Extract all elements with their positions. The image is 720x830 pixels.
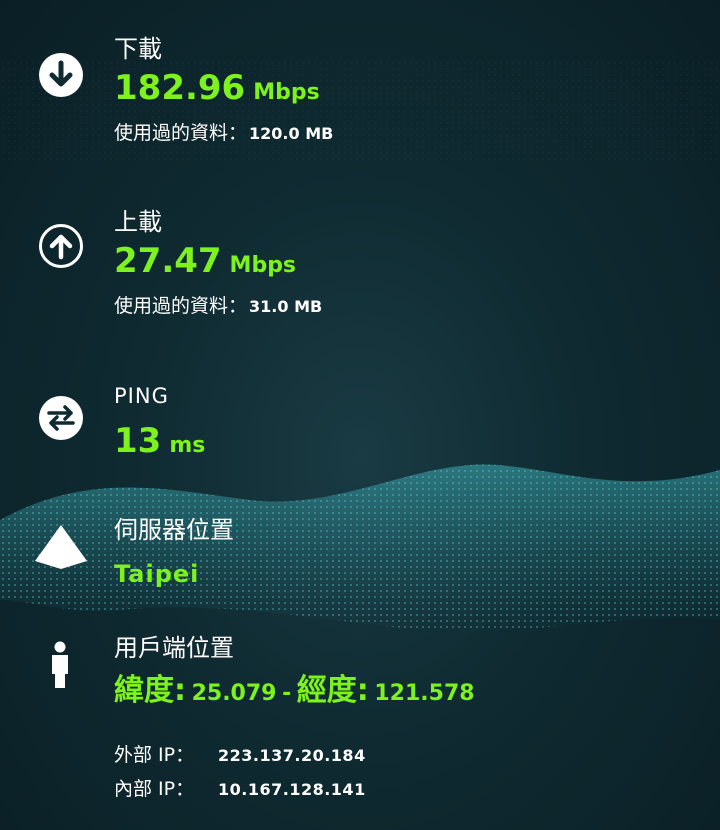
ping-value: 13 [114,421,162,461]
latitude-label: 緯度: [114,673,186,708]
upload-speed-unit: Mbps [229,253,297,278]
server-location-city: Taipei [114,560,200,588]
server-location-label: 伺服器位置 [114,516,234,544]
ping-label: PING [114,384,169,408]
longitude-label: 經度: [296,673,369,708]
client-coordinates: 緯度: 25.079 - 經度: 121.578 [114,671,475,715]
download-speed: 182.96 Mbps [114,68,333,114]
external-ip-row: 外部 IP： 223.137.20.184 [114,742,365,768]
server-location-icon [33,523,89,573]
download-data-used: 使用過的資料： 120.0 MB [114,120,333,147]
upload-speed-value: 27.47 [114,241,222,281]
download-speed-unit: Mbps [253,80,320,105]
person-icon [49,641,71,689]
upload-label: 上載 [114,208,162,236]
arrow-up-circle-icon [37,222,85,270]
upload-data-used-value: 31.0 MB [249,297,323,316]
ping-value-group: 13 ms [114,421,205,467]
longitude-value: 121.578 [374,681,475,706]
download-data-used-value: 120.0 MB [249,124,334,143]
internal-ip-value: 10.167.128.141 [218,780,366,799]
download-speed-value: 182.96 [114,68,246,108]
arrow-down-circle-icon [37,51,85,99]
internal-ip-row: 內部 IP： 10.167.128.141 [114,776,365,802]
external-ip-value: 223.137.20.184 [218,746,366,765]
upload-data-used-label: 使用過的資料： [114,295,248,317]
ping-unit: ms [169,433,206,458]
upload-speed: 27.47 Mbps [114,241,322,287]
swap-arrows-circle-icon [37,394,85,442]
download-label: 下載 [114,35,162,63]
internal-ip-label: 內部 IP： [114,778,195,800]
upload-data-used: 使用過的資料： 31.0 MB [114,293,322,320]
coordinate-separator: - [282,681,292,706]
latitude-value: 25.079 [191,681,277,706]
download-data-used-label: 使用過的資料： [114,122,248,144]
external-ip-label: 外部 IP： [114,744,195,766]
client-location-label: 用戶端位置 [114,634,234,662]
